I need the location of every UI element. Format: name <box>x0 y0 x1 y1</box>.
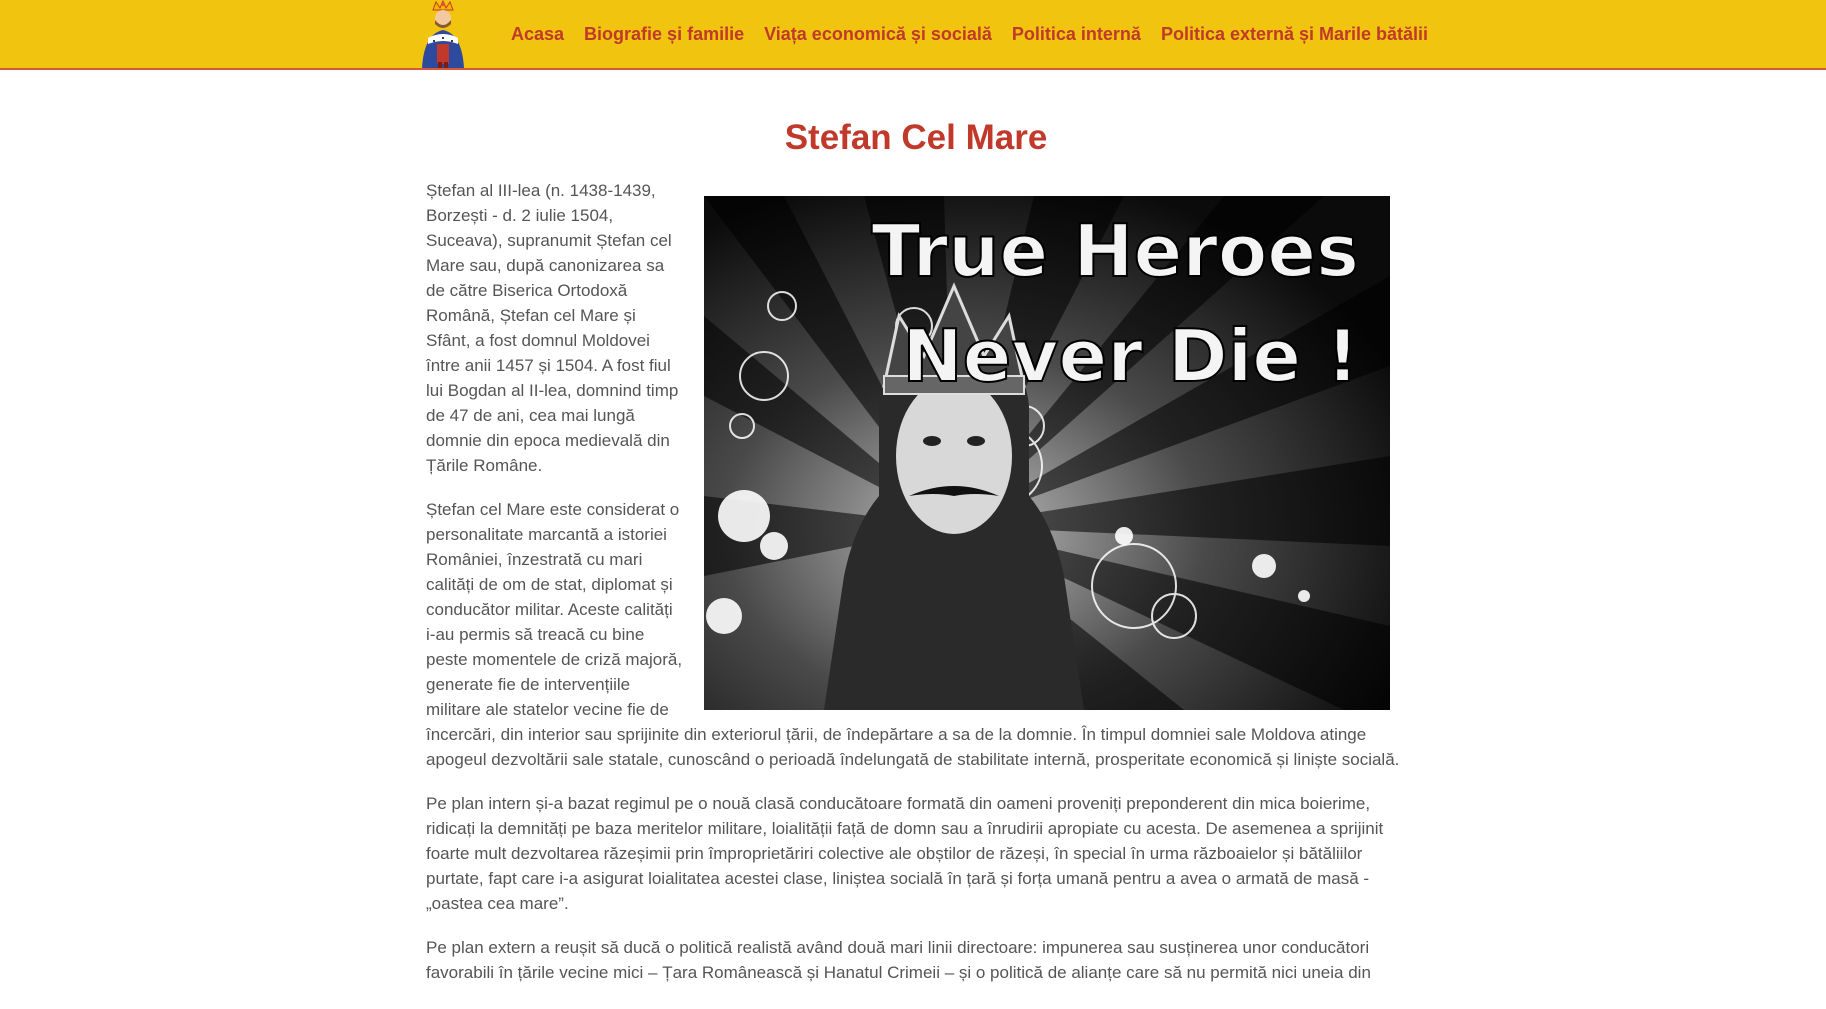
hero-text-line1: True Heroes <box>871 209 1359 293</box>
main-nav: Acasa Biografie și familie Viața economi… <box>511 0 1448 68</box>
king-logo-icon[interactable] <box>408 0 478 70</box>
hero-image: True Heroes Never Die ! <box>704 196 1390 710</box>
nav-viata-economica[interactable]: Viața economică și socială <box>764 24 992 45</box>
top-navbar: Acasa Biografie și familie Viața economi… <box>0 0 1826 70</box>
hero-text-line2: Never Die ! <box>902 314 1359 398</box>
page-title: Stefan Cel Mare <box>784 118 1048 157</box>
nav-politica-externa[interactable]: Politica externă și Marile bătălii <box>1161 24 1428 45</box>
article-paragraph-3: Pe plan intern și-a bazat regimul pe o n… <box>426 794 1384 913</box>
nav-biografie[interactable]: Biografie și familie <box>584 24 744 45</box>
article-paragraph-4: Pe plan extern a reușit să ducă o politi… <box>426 938 1371 982</box>
nav-politica-interna[interactable]: Politica internă <box>1012 24 1141 45</box>
nav-acasa[interactable]: Acasa <box>511 24 564 45</box>
main-content: Stefan Cel Mare True Heroes Never Die ! … <box>426 70 1406 1004</box>
